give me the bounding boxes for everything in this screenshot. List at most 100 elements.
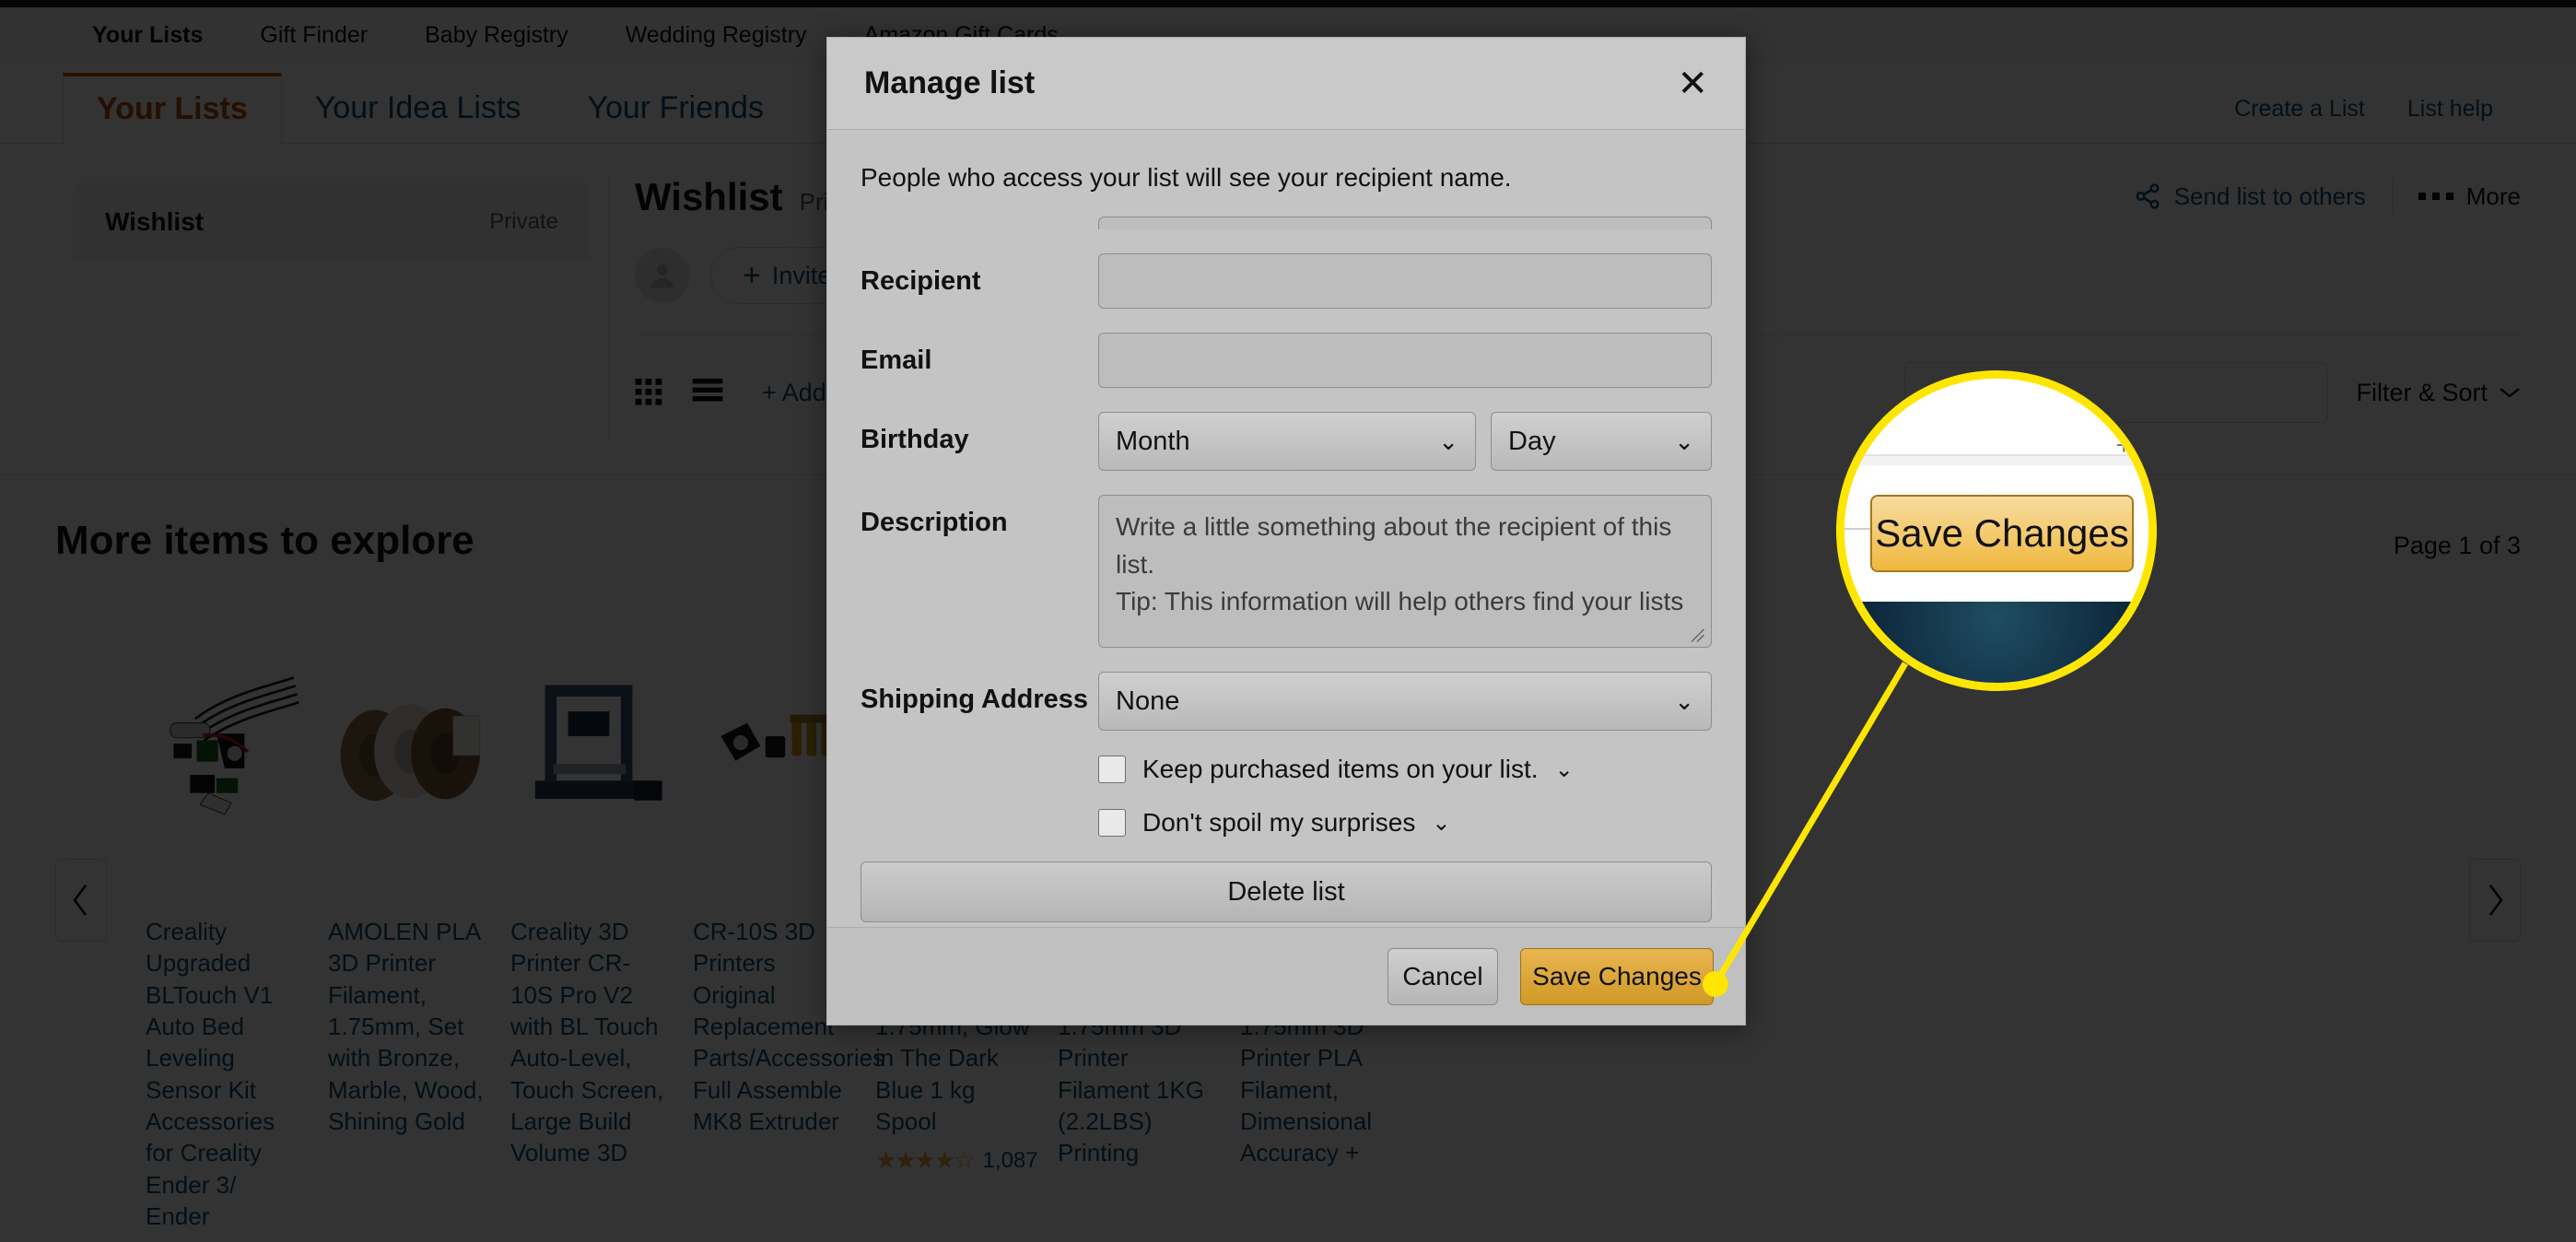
tab-your-lists[interactable]: Your Lists: [63, 73, 282, 144]
lists-sidebar: Wishlist Private: [55, 175, 608, 438]
clipped-field-input[interactable]: [1098, 217, 1712, 229]
manage-list-dialog: Manage list ✕ People who access your lis…: [826, 37, 1746, 1025]
nav-item-baby-registry[interactable]: Baby Registry: [425, 22, 568, 49]
more-label: More: [2465, 182, 2521, 210]
grid-view-icon[interactable]: [635, 379, 666, 406]
birthday-month-select[interactable]: Month ⌄: [1098, 412, 1476, 471]
product-title[interactable]: AMOLEN PLA 3D Printer Filament, 1.75mm, …: [328, 916, 485, 1137]
rating-row[interactable]: ★★★★☆ 1,087: [875, 1146, 1038, 1175]
filter-sort-button[interactable]: Filter & Sort: [2356, 379, 2521, 407]
close-icon[interactable]: ✕: [1677, 65, 1708, 102]
chevron-left-icon: [73, 885, 88, 916]
chevron-down-icon[interactable]: ⌄: [1432, 810, 1450, 837]
create-a-list-link[interactable]: Create a List: [2234, 96, 2365, 123]
chevron-right-icon: [2488, 885, 2503, 916]
dialog-footer: Cancel Save Changes: [827, 927, 1745, 1025]
star-rating-icon: ★★★★☆: [875, 1146, 976, 1175]
filter-sort-label: Filter & Sort: [2356, 378, 2488, 406]
shipping-address-row: Shipping Address None ⌄: [861, 672, 1712, 731]
sidebar-item-wishlist[interactable]: Wishlist Private: [74, 182, 590, 262]
birthday-day-value: Day: [1508, 426, 1556, 456]
chevron-down-icon[interactable]: ⌄: [1555, 756, 1574, 783]
carousel-next-button[interactable]: [2469, 859, 2521, 942]
list-view-icon[interactable]: [692, 379, 723, 406]
list-help-link[interactable]: List help: [2407, 96, 2493, 123]
bltouch-kit-image: [170, 676, 299, 815]
explore-page-indicator: Page 1 of 3: [2393, 532, 2521, 559]
product-card[interactable]: Creality 3D Printer CR-10S Pro V2 with B…: [498, 592, 680, 1232]
magnified-dialog-divider: [1844, 456, 2149, 465]
dialog-body: People who access your list will see you…: [827, 130, 1745, 927]
keep-purchased-items-checkbox[interactable]: [1098, 756, 1126, 783]
explore-title: More items to explore: [55, 518, 474, 563]
carousel-prev-button[interactable]: [55, 859, 107, 942]
more-button[interactable]: More: [2418, 182, 2521, 211]
tab-your-friends[interactable]: Your Friends: [554, 76, 797, 143]
screenshot-root: Your Lists Gift Finder Baby Registry Wed…: [0, 0, 2576, 1242]
person-avatar-icon: [635, 248, 690, 303]
cancel-button[interactable]: Cancel: [1388, 947, 1498, 1005]
product-card[interactable]: Creality Upgraded BLTouch V1 Auto Bed Le…: [133, 592, 315, 1232]
header-divider: [2391, 177, 2393, 216]
resize-grip-icon[interactable]: [1689, 627, 1705, 643]
magnified-dialog-top: [1844, 379, 2149, 456]
clipped-field-label: [861, 217, 1098, 229]
invite-label: Invite: [771, 261, 832, 289]
send-list-label: Send list to others: [2173, 182, 2366, 210]
page-title: Wishlist: [635, 175, 783, 218]
birthday-month-value: Month: [1116, 426, 1190, 456]
email-label: Email: [861, 346, 932, 375]
sidebar-list-privacy: Private: [489, 209, 558, 234]
nav-item-wedding-registry[interactable]: Wedding Registry: [626, 22, 807, 49]
email-row: Email: [861, 333, 1712, 388]
magnified-plus-mark: +: [2115, 430, 2132, 461]
shipping-address-value: None: [1116, 685, 1180, 716]
chevron-down-icon: [2500, 388, 2520, 398]
birthday-day-select[interactable]: Day ⌄: [1491, 412, 1712, 471]
dialog-intro-text: People who access your list will see you…: [861, 163, 1512, 192]
rating-count[interactable]: 1,087: [983, 1148, 1038, 1174]
recipient-input[interactable]: [1098, 253, 1712, 309]
dont-spoil-surprises-row: Don't spoil my surprises ⌄: [1098, 808, 1712, 838]
chevron-down-icon: ⌄: [1438, 427, 1458, 455]
description-textarea[interactable]: Write a little something about the recip…: [1098, 495, 1712, 648]
send-list-to-others-button[interactable]: Send list to others: [2134, 182, 2366, 211]
birthday-row: Birthday Month ⌄ Day ⌄: [861, 412, 1712, 471]
dont-spoil-surprises-label: Don't spoil my surprises: [1142, 808, 1416, 837]
list-header-actions: Send list to others More: [2134, 177, 2521, 216]
product-card[interactable]: AMOLEN PLA 3D Printer Filament, 1.75mm, …: [315, 592, 498, 1232]
email-input[interactable]: [1098, 333, 1712, 388]
save-changes-button[interactable]: Save Changes: [1520, 947, 1714, 1005]
sidebar-list-name: Wishlist: [105, 207, 205, 236]
dialog-title: Manage list: [864, 65, 1036, 100]
tab-your-idea-lists[interactable]: Your Idea Lists: [282, 76, 555, 143]
description-row: Description Write a little something abo…: [861, 495, 1712, 648]
product-image: [328, 592, 485, 896]
product-image: [146, 592, 302, 896]
magnified-background-photo: [1844, 602, 2149, 683]
recipient-row: Recipient: [861, 253, 1712, 309]
clipped-field-row: [861, 217, 1712, 229]
dialog-header: Manage list ✕: [827, 38, 1745, 130]
description-placeholder-line-1: Write a little something about the recip…: [1116, 512, 1672, 579]
delete-list-button[interactable]: Delete list: [861, 861, 1712, 922]
cr10s-printer-image: [534, 685, 662, 801]
description-placeholder-line-2: Tip: This information will help others f…: [1116, 587, 1684, 616]
nav-item-your-lists[interactable]: Your Lists: [92, 22, 203, 49]
tabs-group: Your Lists Your Idea Lists Your Friends: [63, 73, 797, 144]
pla-filament-spools-image: [340, 704, 481, 802]
product-title[interactable]: Creality 3D Printer CR-10S Pro V2 with B…: [510, 916, 667, 1169]
magnified-save-changes-button[interactable]: Save Changes: [1870, 495, 2134, 572]
product-title[interactable]: Creality Upgraded BLTouch V1 Auto Bed Le…: [146, 916, 302, 1232]
more-dots-icon: [2418, 193, 2453, 200]
site-header-bar: [0, 0, 2576, 7]
recipient-label: Recipient: [861, 266, 981, 296]
product-image: [510, 592, 667, 896]
nav-item-gift-finder[interactable]: Gift Finder: [260, 22, 368, 49]
magnified-save-changes-callout: + Save Changes: [1836, 370, 2157, 691]
dont-spoil-surprises-checkbox[interactable]: [1098, 809, 1126, 837]
keep-purchased-items-row: Keep purchased items on your list. ⌄: [1098, 755, 1712, 784]
shipping-address-label: Shipping Address: [861, 685, 1089, 714]
share-icon: [2136, 183, 2160, 209]
shipping-address-select[interactable]: None ⌄: [1098, 672, 1712, 731]
